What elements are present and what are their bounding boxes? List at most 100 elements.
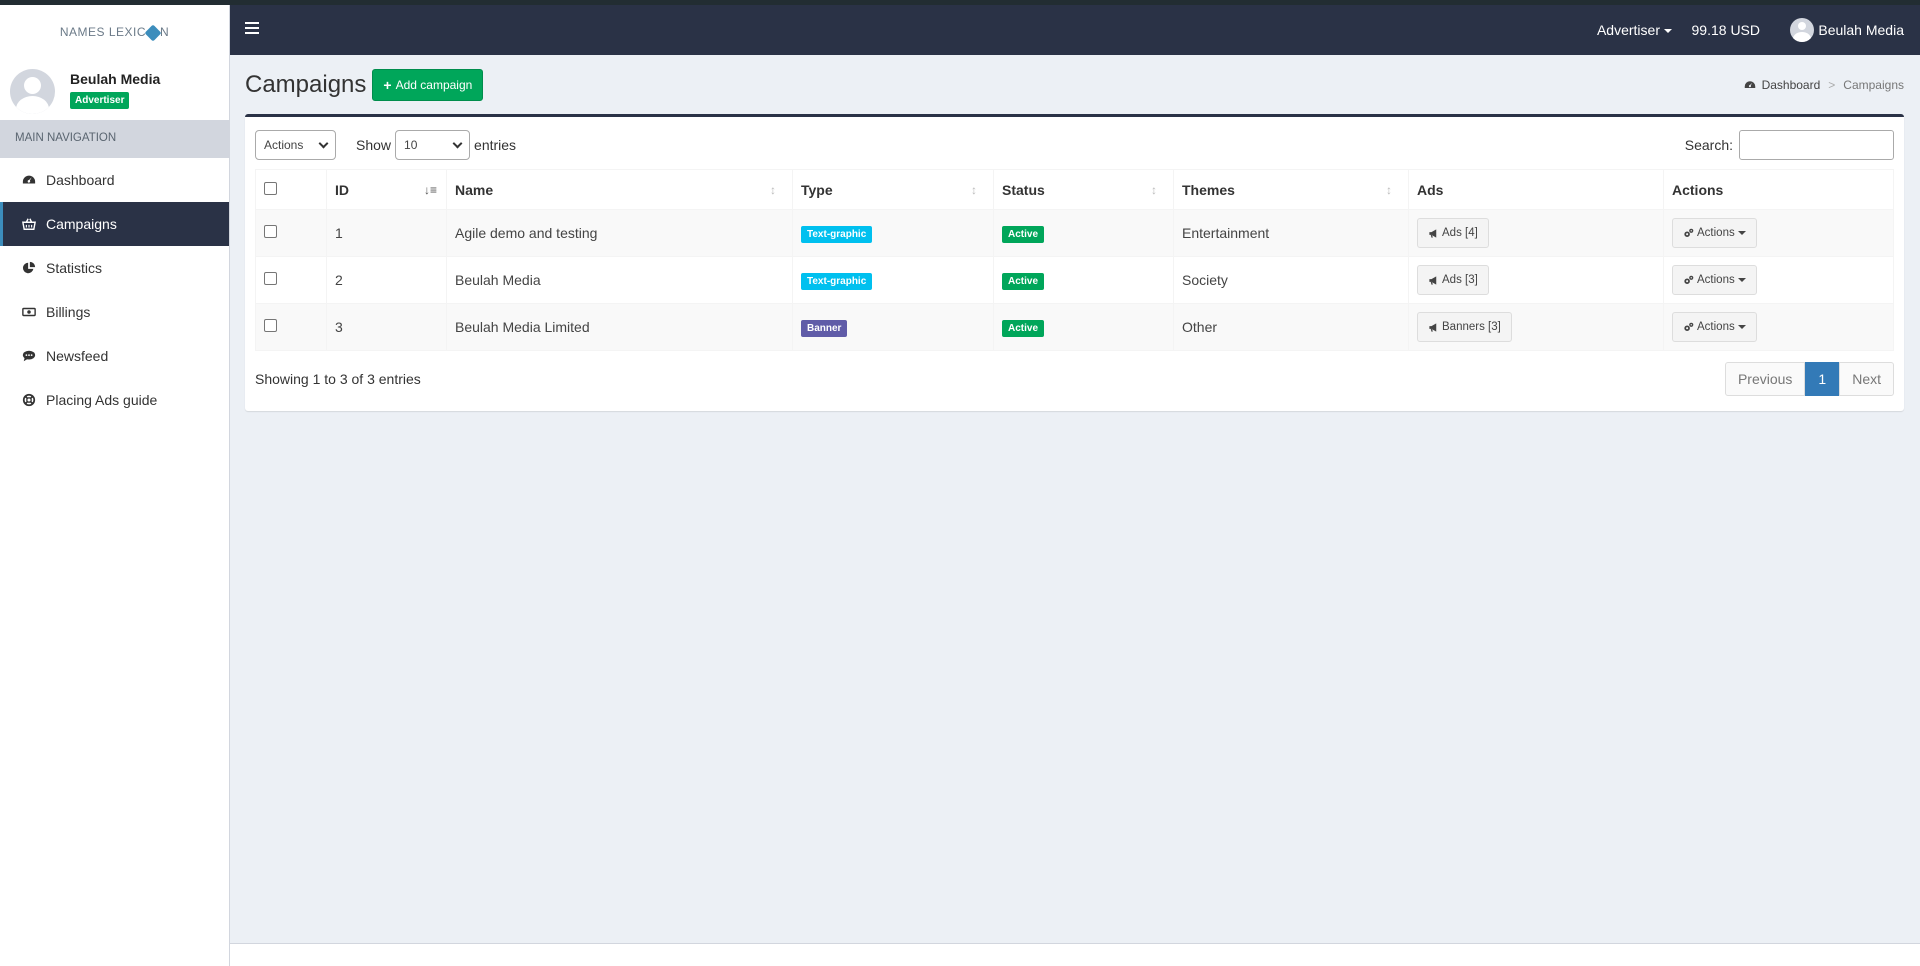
cell-theme: Other [1173,303,1409,351]
cell-name: Beulah Media Limited [446,303,793,351]
page-size-select[interactable]: 10 [395,130,471,160]
gears-icon [1684,228,1694,237]
role-dropdown[interactable]: Advertiser [1597,22,1672,38]
column-header-name[interactable]: Name ↕ [446,169,793,210]
table-toolbar: Actions Show 10 entries [255,130,516,160]
breadcrumb-current: Campaigns [1843,78,1904,92]
balance: 99.18 USD [1691,22,1760,38]
plus-icon: + [383,77,392,93]
page-size-value: 10 [404,138,418,152]
dashboard-icon [1744,81,1755,88]
bulk-actions-value: Actions [264,138,304,152]
add-campaign-button[interactable]: + Add campaign [372,69,484,101]
column-header-themes[interactable]: Themes ↕ [1173,169,1409,210]
type-badge: Text-graphic [801,272,873,290]
ads-button[interactable]: Ads [4] [1417,218,1489,248]
cell-theme: Entertainment [1173,209,1409,257]
type-badge: Text-graphic [801,225,873,243]
sidebar-item-label: Statistics [46,260,103,276]
sidebar-item-placing-ads-guide[interactable]: Placing Ads guide [0,378,229,422]
cell-theme: Society [1173,256,1409,304]
campaigns-box: Actions Show 10 entries Search: ID ↓≡ Nam… [245,114,1904,411]
basket-icon [21,217,36,232]
nav-header: MAIN NAVIGATION [0,120,229,158]
show-label: Show [356,137,392,153]
logo-text-left: NAMES LEXIC [59,25,147,39]
bulk-actions-select[interactable]: Actions [255,130,336,160]
bullhorn-icon [1429,228,1437,238]
sidebar-item-label: Placing Ads guide [46,392,158,408]
campaigns-table: ID ↓≡ Name ↕ Type ↕ Status ↕ Themes ↕ Ads Act… [255,169,1894,351]
cell-id: 3 [326,303,447,351]
pie-chart-icon [21,261,36,276]
sort-desc-icon: ↓≡ [424,183,438,197]
row-checkbox[interactable] [264,319,277,332]
gears-icon [1684,275,1694,284]
search-label: Search: [1684,137,1733,153]
menu-toggle-icon[interactable] [245,22,259,36]
dashboard-icon [21,173,36,188]
user-name: Beulah Media [70,71,161,87]
table-row: 2 Beulah Media Text-graphic Active Socie… [255,256,1894,304]
column-header-ads: Ads [1408,169,1664,210]
footer [230,944,1920,966]
avatar [10,69,55,114]
select-all-checkbox[interactable] [264,181,277,195]
status-badge: Active [1002,225,1045,243]
logo[interactable]: NAMES LEXIC N [0,5,229,59]
cell-name: Beulah Media [446,256,793,304]
caret-down-icon [1737,325,1746,329]
chevron-down-icon [452,138,463,148]
table-row: 3 Beulah Media Limited Banner Active Oth… [255,303,1894,351]
chevron-down-icon [318,138,329,148]
row-actions-button[interactable]: Actions [1672,312,1757,342]
comment-icon [21,349,36,364]
pagination-next-button[interactable]: Next [1839,362,1894,396]
ads-button[interactable]: Ads [3] [1417,265,1489,295]
life-ring-icon [21,393,36,408]
row-checkbox[interactable] [264,272,277,285]
add-campaign-label: Add campaign [395,78,473,92]
sidebar-item-label: Campaigns [46,216,117,232]
logo-text-right: N [160,25,170,39]
breadcrumb-home-link[interactable]: Dashboard [1762,78,1821,92]
row-actions-button[interactable]: Actions [1672,265,1757,295]
gears-icon [1684,322,1694,331]
top-navbar: Advertiser 99.18 USD Beulah Media [230,5,1920,55]
sidebar-item-billings[interactable]: Billings [0,290,229,334]
sidebar-item-newsfeed[interactable]: Newsfeed [0,334,229,378]
column-header-actions: Actions [1663,169,1894,210]
header-user-menu[interactable]: Beulah Media [1818,22,1904,38]
header-avatar[interactable] [1790,18,1814,42]
table-row: 1 Agile demo and testing Text-graphic Ac… [255,209,1894,257]
column-header-id[interactable]: ID ↓≡ [326,169,447,210]
sort-icon: ↕ [1386,183,1392,197]
search-area: Search: [1685,130,1894,160]
pagination-page-1[interactable]: 1 [1805,362,1840,396]
sidebar-item-campaigns[interactable]: Campaigns [0,202,229,246]
bullhorn-icon [1429,275,1437,285]
sidebar-item-dashboard[interactable]: Dashboard [0,158,229,202]
cell-name: Agile demo and testing [446,209,793,257]
row-actions-button[interactable]: Actions [1672,218,1757,248]
column-header-type[interactable]: Type ↕ [792,169,994,210]
bullhorn-icon [1429,322,1437,332]
column-header-status[interactable]: Status ↕ [993,169,1174,210]
row-checkbox[interactable] [264,225,277,238]
role-dropdown-label: Advertiser [1596,22,1660,38]
type-badge: Banner [801,319,848,337]
cell-id: 2 [326,256,447,304]
caret-down-icon [1664,29,1672,34]
entries-label: entries [474,137,517,153]
banners-button[interactable]: Banners [3] [1417,312,1512,342]
cube-icon [144,24,162,42]
caret-down-icon [1737,231,1746,235]
select-all-cell [255,169,327,210]
sort-icon: ↕ [1151,183,1157,197]
pagination-previous-button[interactable]: Previous [1724,362,1806,396]
sidebar-item-label: Billings [46,304,91,320]
user-panel: Beulah Media Advertiser [0,59,229,120]
sidebar-item-statistics[interactable]: Statistics [0,246,229,290]
breadcrumb: Dashboard > Campaigns [1744,78,1904,92]
search-input[interactable] [1739,130,1894,160]
